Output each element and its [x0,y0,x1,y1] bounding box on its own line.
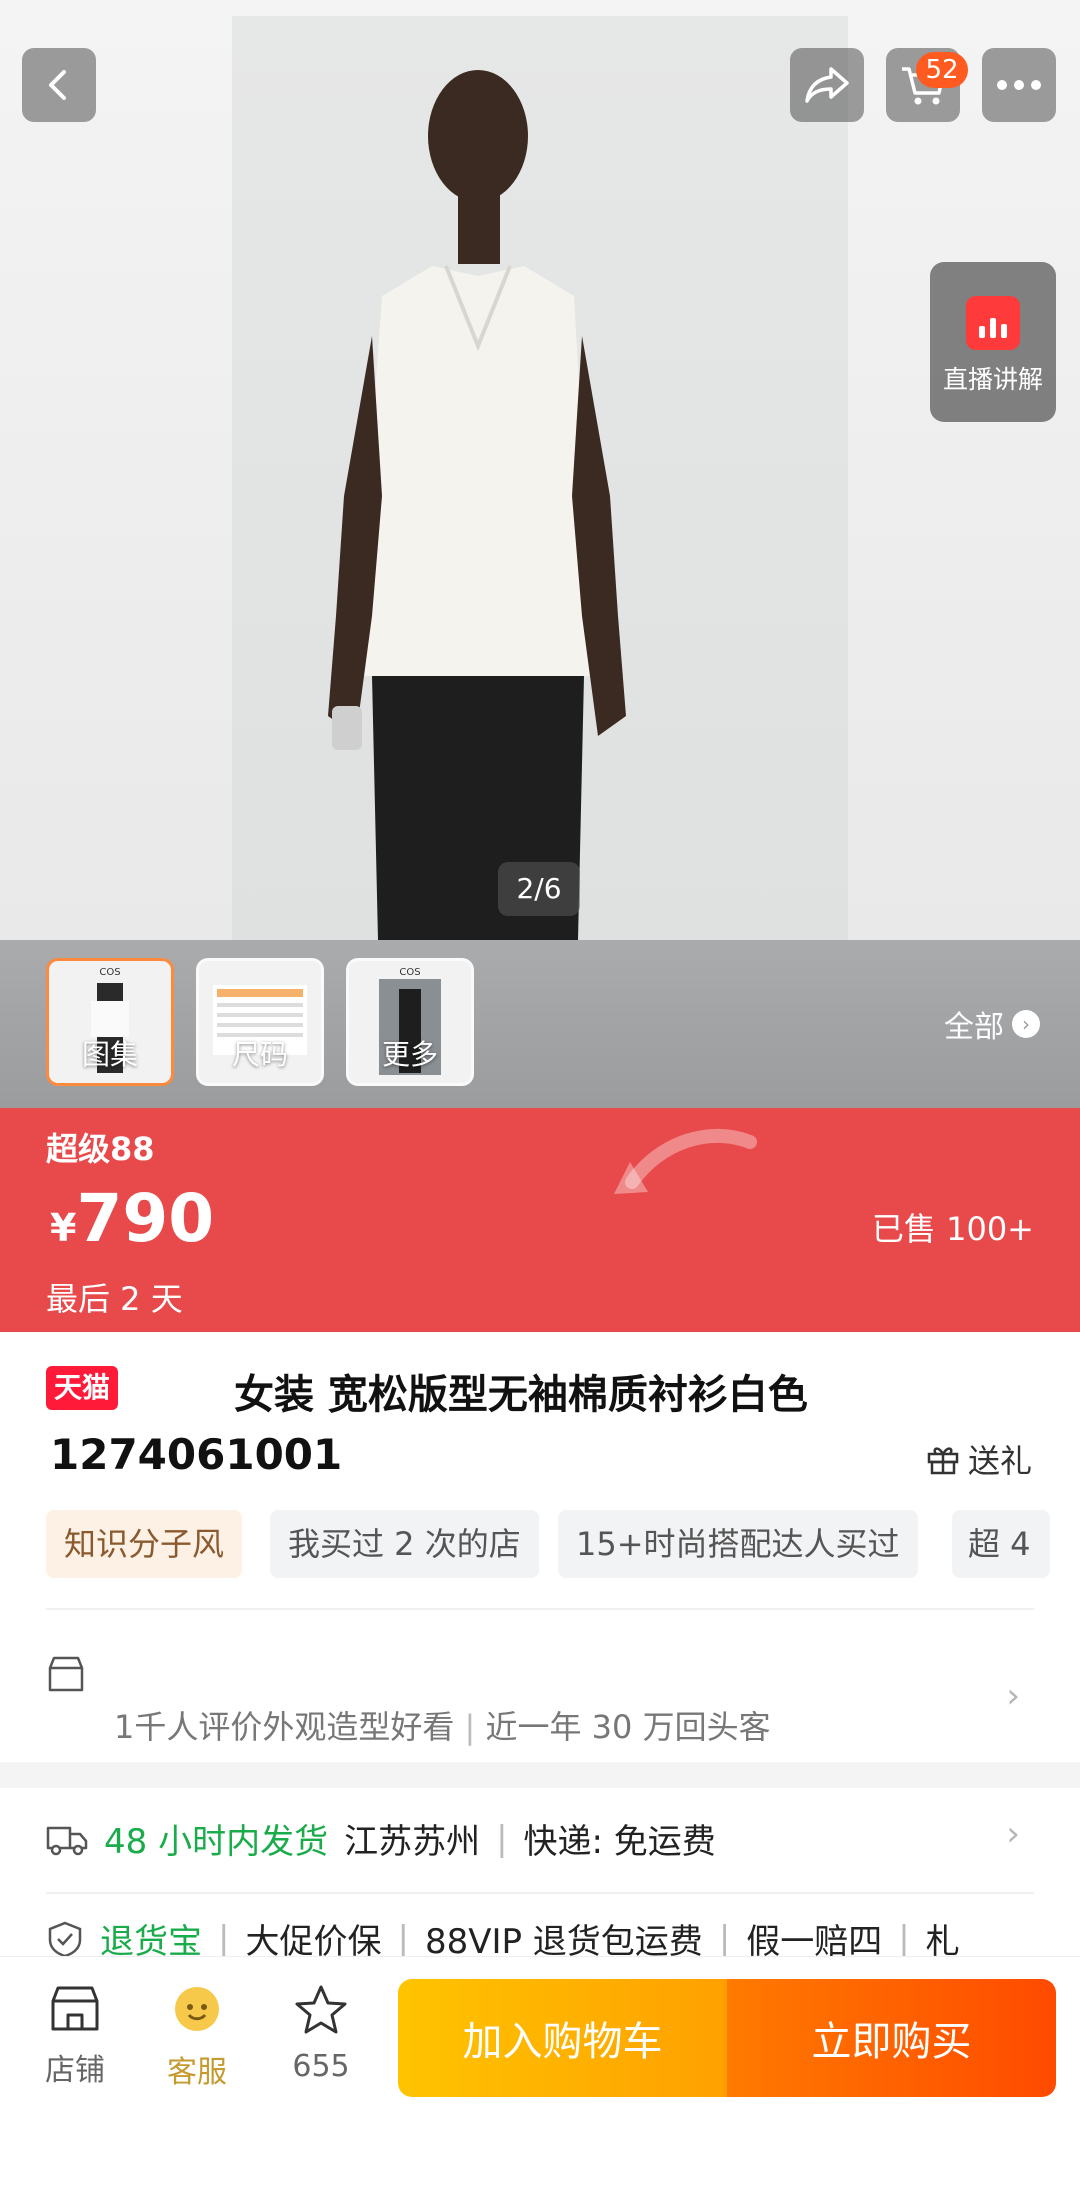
product-code: 1274061001 [50,1430,343,1479]
cart-count-badge: 52 [916,52,968,88]
chevron-right-icon: › [1006,1814,1020,1854]
gift-label: 送礼 [967,1442,1032,1480]
price-value: 790 [76,1180,215,1257]
delivery-time: 48 小时内发货 [104,1822,329,1862]
currency-symbol: ¥ [50,1206,77,1250]
separator: | [496,1818,508,1859]
shipping-row[interactable]: 48 小时内发货 江苏苏州 | 快递: 免运费 › [46,1814,1034,1863]
live-icon [966,296,1020,350]
shop-label: 店铺 [45,2053,105,2088]
chevron-right-icon: › [1006,1676,1020,1716]
shield-check-icon [48,1921,82,1957]
product-info: 天猫 女装 宽松版型无袖棉质衬衫白色 1274061001 送礼 知识分子风 我… [0,1332,1080,1762]
shop-review-summary: 1千人评价外观造型好看 [114,1708,455,1746]
share-button[interactable] [790,48,864,122]
thumb-label: 更多 [381,1038,438,1071]
section-gap [0,1762,1080,1788]
thumb-label: 图集 [81,1038,138,1071]
tag-chip[interactable]: 知识分子风 [46,1510,243,1578]
thumb-gallery[interactable]: COS 图集 [46,958,174,1086]
express-fee: 快递: 免运费 [523,1822,716,1862]
customer-service-button[interactable]: 客服 [152,1983,242,2091]
chevron-left-icon [49,70,66,100]
store-icon [51,1986,99,2031]
shop-button[interactable]: 店铺 [30,1983,120,2089]
thumb-label: 尺码 [231,1038,288,1071]
separator: | [397,1918,409,1959]
bottom-action-bar: 店铺 客服 655 加入购物车 立即购买 [0,1956,1080,2209]
tag-chip[interactable]: 超 4 [952,1510,1050,1578]
shop-row[interactable]: 1千人评价外观造型好看 | 近一年 30 万回头客 › [46,1632,1034,1772]
product-image-carousel[interactable]: 52 直播讲解 2/6 [0,0,1080,940]
gift-icon [927,1447,959,1475]
favorite-button[interactable]: 655 [276,1983,366,2084]
separator: | [898,1918,910,1959]
shop-stats: 1千人评价外观造型好看 | 近一年 30 万回头客 [114,1702,771,1748]
sold-count: 已售 100+ [871,1210,1034,1248]
divider [46,1892,1034,1894]
gift-button[interactable]: 送礼 [926,1436,1032,1482]
separator: | [464,1708,486,1746]
view-all-label: 全部 [944,1010,1004,1045]
price: ¥790 [50,1180,214,1257]
service-label: 客服 [167,2055,227,2090]
chevron-right-icon: › [1012,1010,1040,1038]
live-label: 直播讲解 [942,365,1043,394]
view-all-link[interactable]: 全部 › [944,1002,1040,1046]
product-title: 女装 宽松版型无袖棉质衬衫白色 [234,1372,808,1418]
price-banner: 超级88 ¥790 最后 2 天 已售 100+ [0,1108,1080,1332]
live-explain-button[interactable]: 直播讲解 [930,262,1056,422]
promo-title: 超级88 [46,1130,155,1168]
tag-chip[interactable]: 我买过 2 次的店 [270,1510,539,1578]
countdown-text: 最后 2 天 [46,1280,183,1318]
star-icon [295,1985,347,2034]
separator: | [718,1918,731,1959]
thumbnail-strip: COS 图集 尺码 COS 更多 全部 › [0,940,1080,1108]
buy-now-button[interactable]: 立即购买 [727,1979,1056,2097]
share-icon [805,67,849,103]
more-button[interactable] [982,48,1056,122]
purchase-actions: 加入购物车 立即购买 [398,1979,1056,2097]
customer-service-icon [175,1987,219,2031]
add-to-cart-button[interactable]: 加入购物车 [398,1979,727,2097]
more-dots-icon [997,80,1041,90]
swipe-arrow-icon [614,1128,757,1194]
shop-repeat-customers: 近一年 30 万回头客 [485,1708,771,1746]
tmall-badge: 天猫 [46,1366,119,1410]
truck-icon [46,1826,88,1855]
divider [46,1608,1034,1610]
ship-location: 江苏苏州 [344,1822,481,1862]
store-icon [48,1656,84,1692]
thumb-more[interactable]: COS 更多 [346,958,474,1086]
thumb-size[interactable]: 尺码 [196,958,324,1086]
back-button[interactable] [22,48,96,122]
separator: | [218,1918,230,1959]
product-photo [232,16,848,940]
tag-chip[interactable]: 15+时尚搭配达人买过 [558,1510,918,1578]
favorite-count: 655 [292,2049,350,2084]
image-page-indicator: 2/6 [498,862,580,916]
